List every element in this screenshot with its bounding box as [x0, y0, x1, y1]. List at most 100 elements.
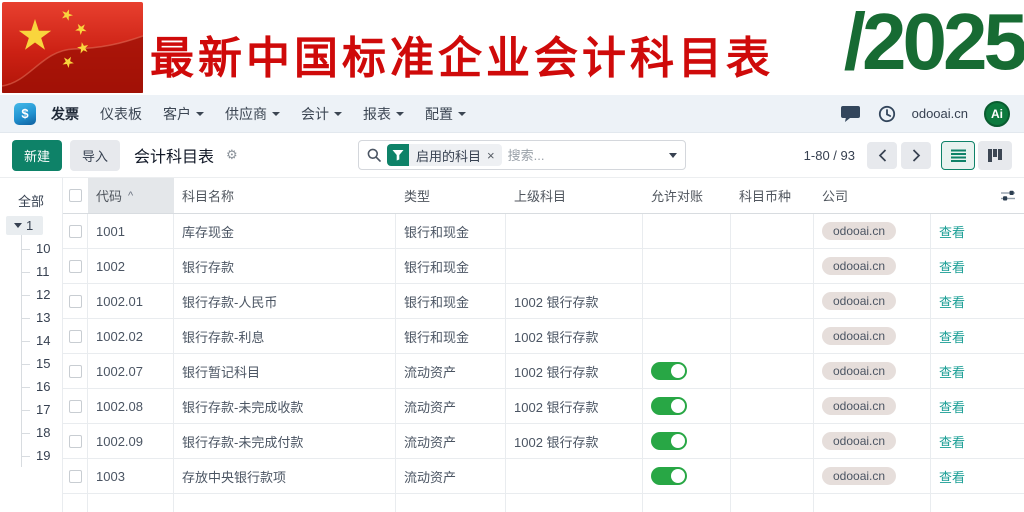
nav-app-name[interactable]: 发票 — [51, 104, 79, 124]
cell-currency — [731, 214, 814, 249]
cell-company: odooai.cn — [814, 424, 931, 459]
header-currency[interactable]: 科目币种 — [731, 178, 814, 213]
new-button[interactable]: 新建 — [12, 140, 62, 171]
cell-currency — [731, 319, 814, 354]
nav-menu-item[interactable]: 报表 — [363, 104, 404, 124]
cell-name: 银行暂记科目 — [174, 354, 396, 389]
nav-menu-item[interactable]: 客户 — [163, 104, 204, 124]
cell-action: 查看 — [931, 214, 1024, 249]
view-link[interactable]: 查看 — [939, 397, 965, 416]
activity-clock-icon[interactable] — [878, 105, 896, 123]
nav-menu-item[interactable]: 配置 — [425, 104, 466, 124]
list-view-button[interactable] — [941, 141, 975, 170]
cell-currency — [731, 354, 814, 389]
view-link[interactable]: 查看 — [939, 257, 965, 276]
table-row: 1002.02 银行存款-利息 银行和现金 1002 银行存款 odooai.c… — [63, 319, 1024, 354]
header-reconcile[interactable]: 允许对账 — [643, 178, 731, 213]
tree-item-child[interactable]: 10 — [22, 237, 62, 260]
tree-item-all[interactable]: 全部 — [0, 187, 62, 216]
tree-item-child[interactable]: 12 — [22, 283, 62, 306]
search-input[interactable] — [508, 148, 663, 163]
tree-item-child[interactable]: 14 — [22, 329, 62, 352]
cell-parent — [506, 249, 643, 284]
nav-menu-item[interactable]: 供应商 — [225, 104, 280, 124]
chevron-down-icon — [458, 112, 466, 116]
header-name[interactable]: 科目名称 — [174, 178, 396, 213]
tree-item-child[interactable]: 17 — [22, 398, 62, 421]
import-button[interactable]: 导入 — [70, 140, 120, 171]
tree-item-root[interactable]: 1 — [6, 216, 43, 235]
row-checkbox[interactable] — [69, 400, 82, 413]
cell-code: 1002.09 — [88, 424, 174, 459]
nav-menu-item[interactable]: 仪表板 — [100, 104, 142, 124]
row-checkbox[interactable] — [69, 435, 82, 448]
filter-funnel-icon — [387, 144, 409, 166]
row-checkbox[interactable] — [69, 260, 82, 273]
search-dropdown-caret-icon[interactable] — [669, 153, 677, 158]
search-bar[interactable]: 启用的科目 × — [358, 140, 686, 170]
cell-action: 查看 — [931, 319, 1024, 354]
tree-children: 10 11 12 13 14 15 16 17 18 19 — [21, 235, 62, 467]
view-link[interactable]: 查看 — [939, 467, 965, 486]
row-checkbox[interactable] — [69, 470, 82, 483]
optional-columns-icon[interactable] — [1000, 189, 1016, 203]
control-panel-left: 新建 导入 会计科目表 ⚙ — [12, 140, 358, 171]
cell-company: odooai.cn — [814, 249, 931, 284]
cell-currency — [731, 424, 814, 459]
tree-item-child[interactable]: 19 — [22, 444, 62, 467]
chat-icon[interactable] — [841, 105, 862, 123]
cell-reconcile — [643, 284, 731, 319]
user-avatar[interactable]: Ai — [984, 101, 1010, 127]
nav-menu-item[interactable]: 会计 — [301, 104, 342, 124]
cell-name: 银行存款-未完成收款 — [174, 389, 396, 424]
company-tag: odooai.cn — [822, 397, 896, 415]
cell-code: 1002.08 — [88, 389, 174, 424]
select-all-checkbox[interactable] — [69, 189, 82, 202]
tree-item-child[interactable]: 13 — [22, 306, 62, 329]
cell-parent: 1002 银行存款 — [506, 319, 643, 354]
view-link[interactable]: 查看 — [939, 222, 965, 241]
tree-item-child[interactable]: 16 — [22, 375, 62, 398]
nav-menu-label: 报表 — [363, 104, 391, 124]
reconcile-toggle[interactable] — [651, 397, 687, 415]
user-domain[interactable]: odooai.cn — [912, 106, 968, 121]
navbar-menus: $ 发票 仪表板 客户 供应商 会计 — [14, 103, 466, 125]
cell-code: 1001 — [88, 214, 174, 249]
header-type[interactable]: 类型 — [396, 178, 506, 213]
header-code[interactable]: 代码 ^ — [88, 178, 174, 213]
toggle-knob — [671, 469, 685, 483]
search-icon — [367, 148, 381, 162]
pager-next-button[interactable] — [901, 142, 931, 169]
cell-reconcile — [643, 424, 731, 459]
row-checkbox[interactable] — [69, 330, 82, 343]
facet-remove-icon[interactable]: × — [487, 148, 495, 163]
header-parent[interactable]: 上级科目 — [506, 178, 643, 213]
banner: 最新中国标准企业会计科目表 /2025 — [0, 0, 1024, 95]
kanban-view-button[interactable] — [978, 141, 1012, 170]
cell-parent: 1002 银行存款 — [506, 389, 643, 424]
header-company[interactable]: 公司 — [814, 178, 931, 213]
row-checkbox[interactable] — [69, 365, 82, 378]
row-checkbox[interactable] — [69, 295, 82, 308]
view-link[interactable]: 查看 — [939, 292, 965, 311]
view-link[interactable]: 查看 — [939, 327, 965, 346]
invoicing-app-icon[interactable]: $ — [14, 103, 36, 125]
view-link[interactable]: 查看 — [939, 432, 965, 451]
table-row: 1002.08 银行存款-未完成收款 流动资产 1002 银行存款 odooai… — [63, 389, 1024, 424]
tree-item-child[interactable]: 15 — [22, 352, 62, 375]
reconcile-toggle[interactable] — [651, 432, 687, 450]
table-row: 1002.01 银行存款-人民币 银行和现金 1002 银行存款 odooai.… — [63, 284, 1024, 319]
reconcile-toggle[interactable] — [651, 467, 687, 485]
pager-previous-button[interactable] — [867, 142, 897, 169]
view-link[interactable]: 查看 — [939, 362, 965, 381]
tree-item-child[interactable]: 18 — [22, 421, 62, 444]
sort-asc-icon: ^ — [128, 190, 133, 202]
row-checkbox[interactable] — [69, 225, 82, 238]
cell-action: 查看 — [931, 459, 1024, 494]
china-flag-graphic — [2, 2, 143, 93]
reconcile-toggle[interactable] — [651, 362, 687, 380]
pager-range: 1-80 / 93 — [804, 148, 855, 163]
facet-label: 启用的科目 — [416, 146, 481, 165]
gear-icon[interactable]: ⚙ — [226, 147, 238, 163]
tree-item-child[interactable]: 11 — [22, 260, 62, 283]
